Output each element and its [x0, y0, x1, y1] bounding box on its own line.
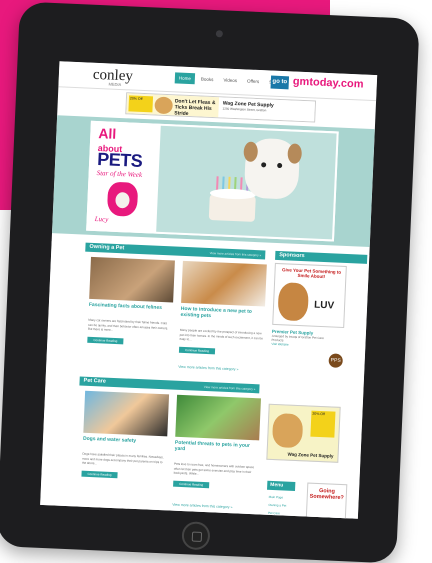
- view-more-link[interactable]: View more articles from this category »: [178, 365, 238, 372]
- nav-books[interactable]: Books: [197, 73, 218, 85]
- menu-heading: Menu: [267, 480, 296, 491]
- star-of-week-panel: All about PETS Star of the Week Lucy: [88, 122, 159, 232]
- sponsor-ad-luv[interactable]: Give Your Pet Something to Smile About! …: [272, 262, 347, 328]
- menu-list: Main Page Owning a Pet Pet Care: [268, 493, 287, 518]
- tablet-device: conley MEDIA Home Books Videos Offers Sp…: [0, 1, 420, 563]
- going-somewhere-ad[interactable]: Going Somewhere?: [305, 482, 348, 519]
- article-excerpt: Many cat owners are fascinated by their …: [87, 317, 169, 332]
- gmtoday-link[interactable]: gmtoday.com: [293, 76, 364, 91]
- dog-image: [243, 137, 303, 200]
- nav-videos[interactable]: Videos: [219, 74, 241, 86]
- ad-headline: Don't Let Fleas & Ticks Break His Stride: [174, 98, 216, 117]
- care-more-link[interactable]: View more articles from this category »: [204, 384, 256, 393]
- continue-reading-button[interactable]: Continue Reading: [87, 336, 124, 344]
- tablet-screen: conley MEDIA Home Books Videos Offers Sp…: [40, 61, 378, 519]
- lucy-photo: [106, 181, 139, 217]
- continue-reading-button[interactable]: Continue Reading: [81, 470, 118, 478]
- article-excerpt: Many people are excited by the prospect …: [179, 327, 263, 342]
- ad-flea-tick[interactable]: 20% Off Don't Let Fleas & Ticks Break Hi…: [126, 93, 220, 118]
- birthday-dog-photo: [156, 125, 337, 240]
- dog-image: [271, 412, 304, 449]
- candle: [216, 176, 219, 191]
- home-button[interactable]: [181, 521, 211, 551]
- main-content: Owning a Pet View more articles from thi…: [40, 241, 370, 519]
- continue-reading-button[interactable]: Continue Reading: [178, 346, 216, 354]
- article-title[interactable]: Dogs and water safety: [83, 436, 167, 446]
- paw-logo-icon: PPS: [328, 353, 344, 368]
- ad-headline: Give Your Pet Something to Smile About!: [281, 267, 342, 280]
- sponsor-ad-wag-zone[interactable]: 20% Off Wag Zone Pet Supply: [266, 403, 341, 463]
- article-excerpt: Pets love to roam free, and homeowners w…: [173, 461, 255, 476]
- article-excerpt: Dogs have satisfied their places in many…: [81, 451, 164, 466]
- article-card-water-safety[interactable]: Dogs and water safety Dogs have satisfie…: [81, 390, 170, 480]
- ad-brand: LUV: [313, 299, 335, 312]
- dog-and-cat-image: [181, 260, 267, 307]
- cat-in-grass-image: [175, 394, 261, 441]
- dog-image: [277, 282, 310, 322]
- view-more-link[interactable]: View more articles from this category »: [172, 503, 232, 510]
- article-title[interactable]: Potential threats to pets in your yard: [175, 440, 259, 456]
- menu-item[interactable]: Pet Care: [268, 509, 286, 518]
- continue-reading-button[interactable]: Continue Reading: [173, 480, 210, 488]
- nav-home[interactable]: Home: [174, 72, 196, 85]
- sidebar: Sponsors Give Your Pet Something to Smil…: [271, 250, 368, 368]
- sponsors-heading: Sponsors: [275, 250, 368, 264]
- article-title[interactable]: How to introduce a new pet to existing p…: [180, 306, 264, 322]
- dog-image: [154, 96, 174, 115]
- hero-card[interactable]: All about PETS Star of the Week Lucy: [86, 120, 339, 242]
- discount-badge: 20% Off: [310, 410, 336, 438]
- site-header: conley MEDIA Home Books Videos Offers Sp…: [58, 61, 378, 102]
- article-card-yard-threats[interactable]: Potential threats to pets in your yard P…: [173, 394, 261, 490]
- nav-offers[interactable]: Offers: [243, 75, 264, 87]
- cats-image: [89, 256, 175, 303]
- pet-name: Lucy: [94, 214, 109, 224]
- boy-and-dog-image: [83, 390, 170, 437]
- logo-subtitle: MEDIA: [108, 81, 122, 88]
- article-title[interactable]: Fascinating facts about felines: [89, 302, 173, 312]
- hero-banner: All about PETS Star of the Week Lucy: [52, 115, 375, 248]
- article-card-new-pet[interactable]: How to introduce a new pet to existing p…: [178, 260, 267, 356]
- star-of-week-label: Star of the Week: [96, 169, 143, 180]
- ad-store-name: Wag Zone Pet Supply: [287, 451, 334, 459]
- discount-badge: 20% Off: [128, 95, 154, 113]
- ad-store[interactable]: Wag Zone Pet Supply 1250 Washington Stre…: [218, 97, 315, 122]
- camera-icon: [215, 30, 224, 38]
- owning-more-link[interactable]: View more articles from this category »: [209, 250, 262, 259]
- goto-badge[interactable]: go to: [270, 75, 290, 90]
- article-card-felines[interactable]: Fascinating facts about felines Many cat…: [87, 256, 175, 346]
- sidebar-lower: 20% Off Wag Zone Pet Supply: [266, 401, 360, 464]
